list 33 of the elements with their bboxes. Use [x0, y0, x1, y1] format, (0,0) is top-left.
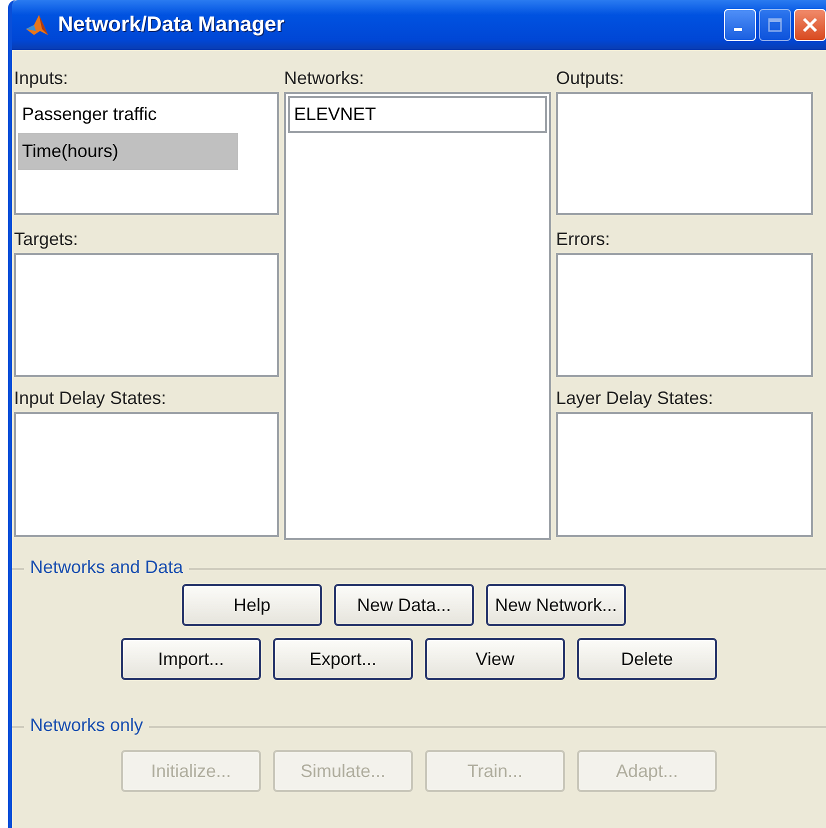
list-item[interactable]: Passenger traffic: [18, 96, 238, 133]
list-box[interactable]: Passenger traffic Time(hours): [14, 92, 279, 215]
window-title: Network/Data Manager: [58, 13, 286, 37]
list-label: Inputs:: [14, 67, 70, 90]
group-title: Networks only: [24, 715, 150, 736]
list-label: Input Delay States:: [14, 387, 168, 410]
list-box[interactable]: [556, 92, 813, 215]
list-label: Layer Delay States:: [556, 387, 714, 410]
app-icon: [24, 13, 50, 37]
list-box[interactable]: [14, 412, 279, 537]
action-button[interactable]: Export...: [273, 638, 413, 680]
list-label: Targets:: [14, 228, 80, 251]
action-button[interactable]: New Network...: [486, 584, 626, 626]
list-label: Errors:: [556, 228, 611, 251]
maximize-button[interactable]: [759, 9, 791, 41]
list-item[interactable]: ELEVNET: [288, 96, 547, 133]
list-box[interactable]: [556, 253, 813, 377]
close-icon: [801, 16, 819, 34]
list-item[interactable]: Time(hours): [18, 133, 238, 170]
action-button[interactable]: Help: [182, 584, 322, 626]
list-box[interactable]: [556, 412, 813, 537]
minimize-button[interactable]: [724, 9, 756, 41]
action-button[interactable]: New Data...: [334, 584, 474, 626]
action-button[interactable]: View: [425, 638, 565, 680]
list-box[interactable]: [14, 253, 279, 377]
list-label: Outputs:: [556, 67, 626, 90]
action-button[interactable]: Import...: [121, 638, 261, 680]
close-button[interactable]: [794, 9, 826, 41]
list-label: Networks:: [284, 67, 366, 90]
action-button[interactable]: Delete: [577, 638, 717, 680]
maximize-icon: [767, 17, 783, 33]
list-box[interactable]: ELEVNET: [284, 92, 551, 540]
minimize-icon: [734, 28, 742, 31]
